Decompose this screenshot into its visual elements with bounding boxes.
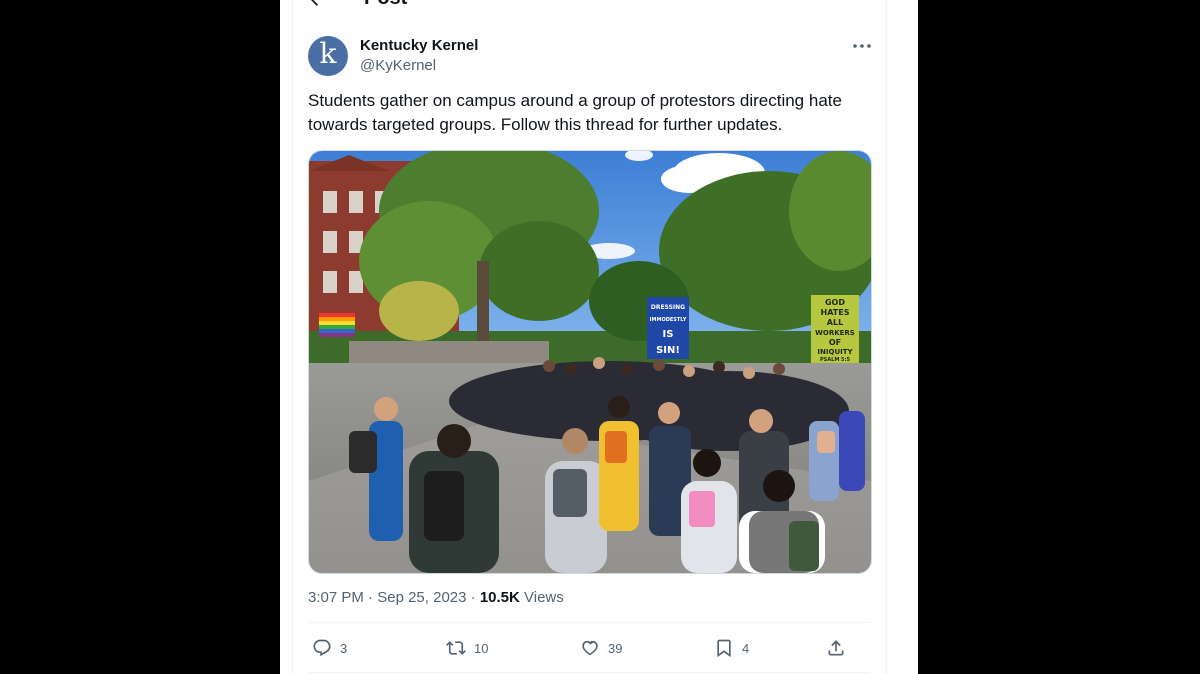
bookmark-count: 4 [742,640,750,656]
green-sign-line-1: GOD [825,298,845,307]
bookmark-icon [717,639,731,658]
column-border-left [292,0,293,674]
back-arrow-icon[interactable] [306,0,326,8]
like-count: 39 [608,640,623,656]
views-label: Views [524,589,564,606]
blue-sign-line-3: IS [663,329,674,340]
tweet-text: Students gather on campus around a group… [308,91,842,134]
top-bar: Post [280,0,918,10]
green-sign-line-4: WORKERS [815,329,855,337]
repost-button[interactable]: 10 [446,636,488,660]
bookmark-button[interactable]: 4 [714,636,749,660]
blue-sign-line-1: DRESSING [651,304,685,311]
blue-sign-line-4: SIN! [656,345,680,356]
green-sign-line-6: INIQUITY [817,348,853,356]
post-time[interactable]: 3:07 PM [308,589,364,606]
post-panel: Post k Kentucky Kernel @KyKernel Student… [280,0,918,674]
green-sign-line-2: HATES [821,308,850,317]
like-button[interactable]: 39 [580,636,622,660]
share-icon [828,640,844,656]
share-button[interactable] [826,636,846,660]
green-sign-line-5: OF [829,338,841,347]
green-sign-line-3: ALL [827,318,843,327]
more-options-icon[interactable] [851,38,873,54]
divider-bottom [308,672,870,673]
divider [308,622,870,623]
meta-separator: · [368,589,374,606]
repost-count: 10 [474,640,489,656]
post-meta: 3:07 PM · Sep 25, 2023 · 10.5K Views [308,589,564,606]
avatar[interactable]: k [308,36,348,76]
author-handle[interactable]: @KyKernel [360,57,436,74]
heart-icon [582,640,598,656]
views-count: 10.5K [479,589,520,606]
green-sign-line-7: PSALM 5:5 [820,357,851,363]
post-date[interactable]: Sep 25, 2023 [377,589,466,606]
reply-icon [313,639,331,657]
column-border-right [886,0,887,674]
repost-icon [446,641,466,655]
page-title: Post [364,0,407,10]
reply-button[interactable]: 3 [312,636,347,660]
avatar-letter: k [319,37,337,70]
author-name[interactable]: Kentucky Kernel [360,37,478,54]
meta-separator-2: · [470,589,476,606]
action-bar: 3 10 39 4 [308,636,870,660]
blue-sign-line-2: IMMODESTLY [650,317,687,323]
reply-count: 3 [340,640,348,656]
post-photo[interactable]: DRESSING IMMODESTLY IS SIN! GOD HATES AL… [308,150,872,574]
